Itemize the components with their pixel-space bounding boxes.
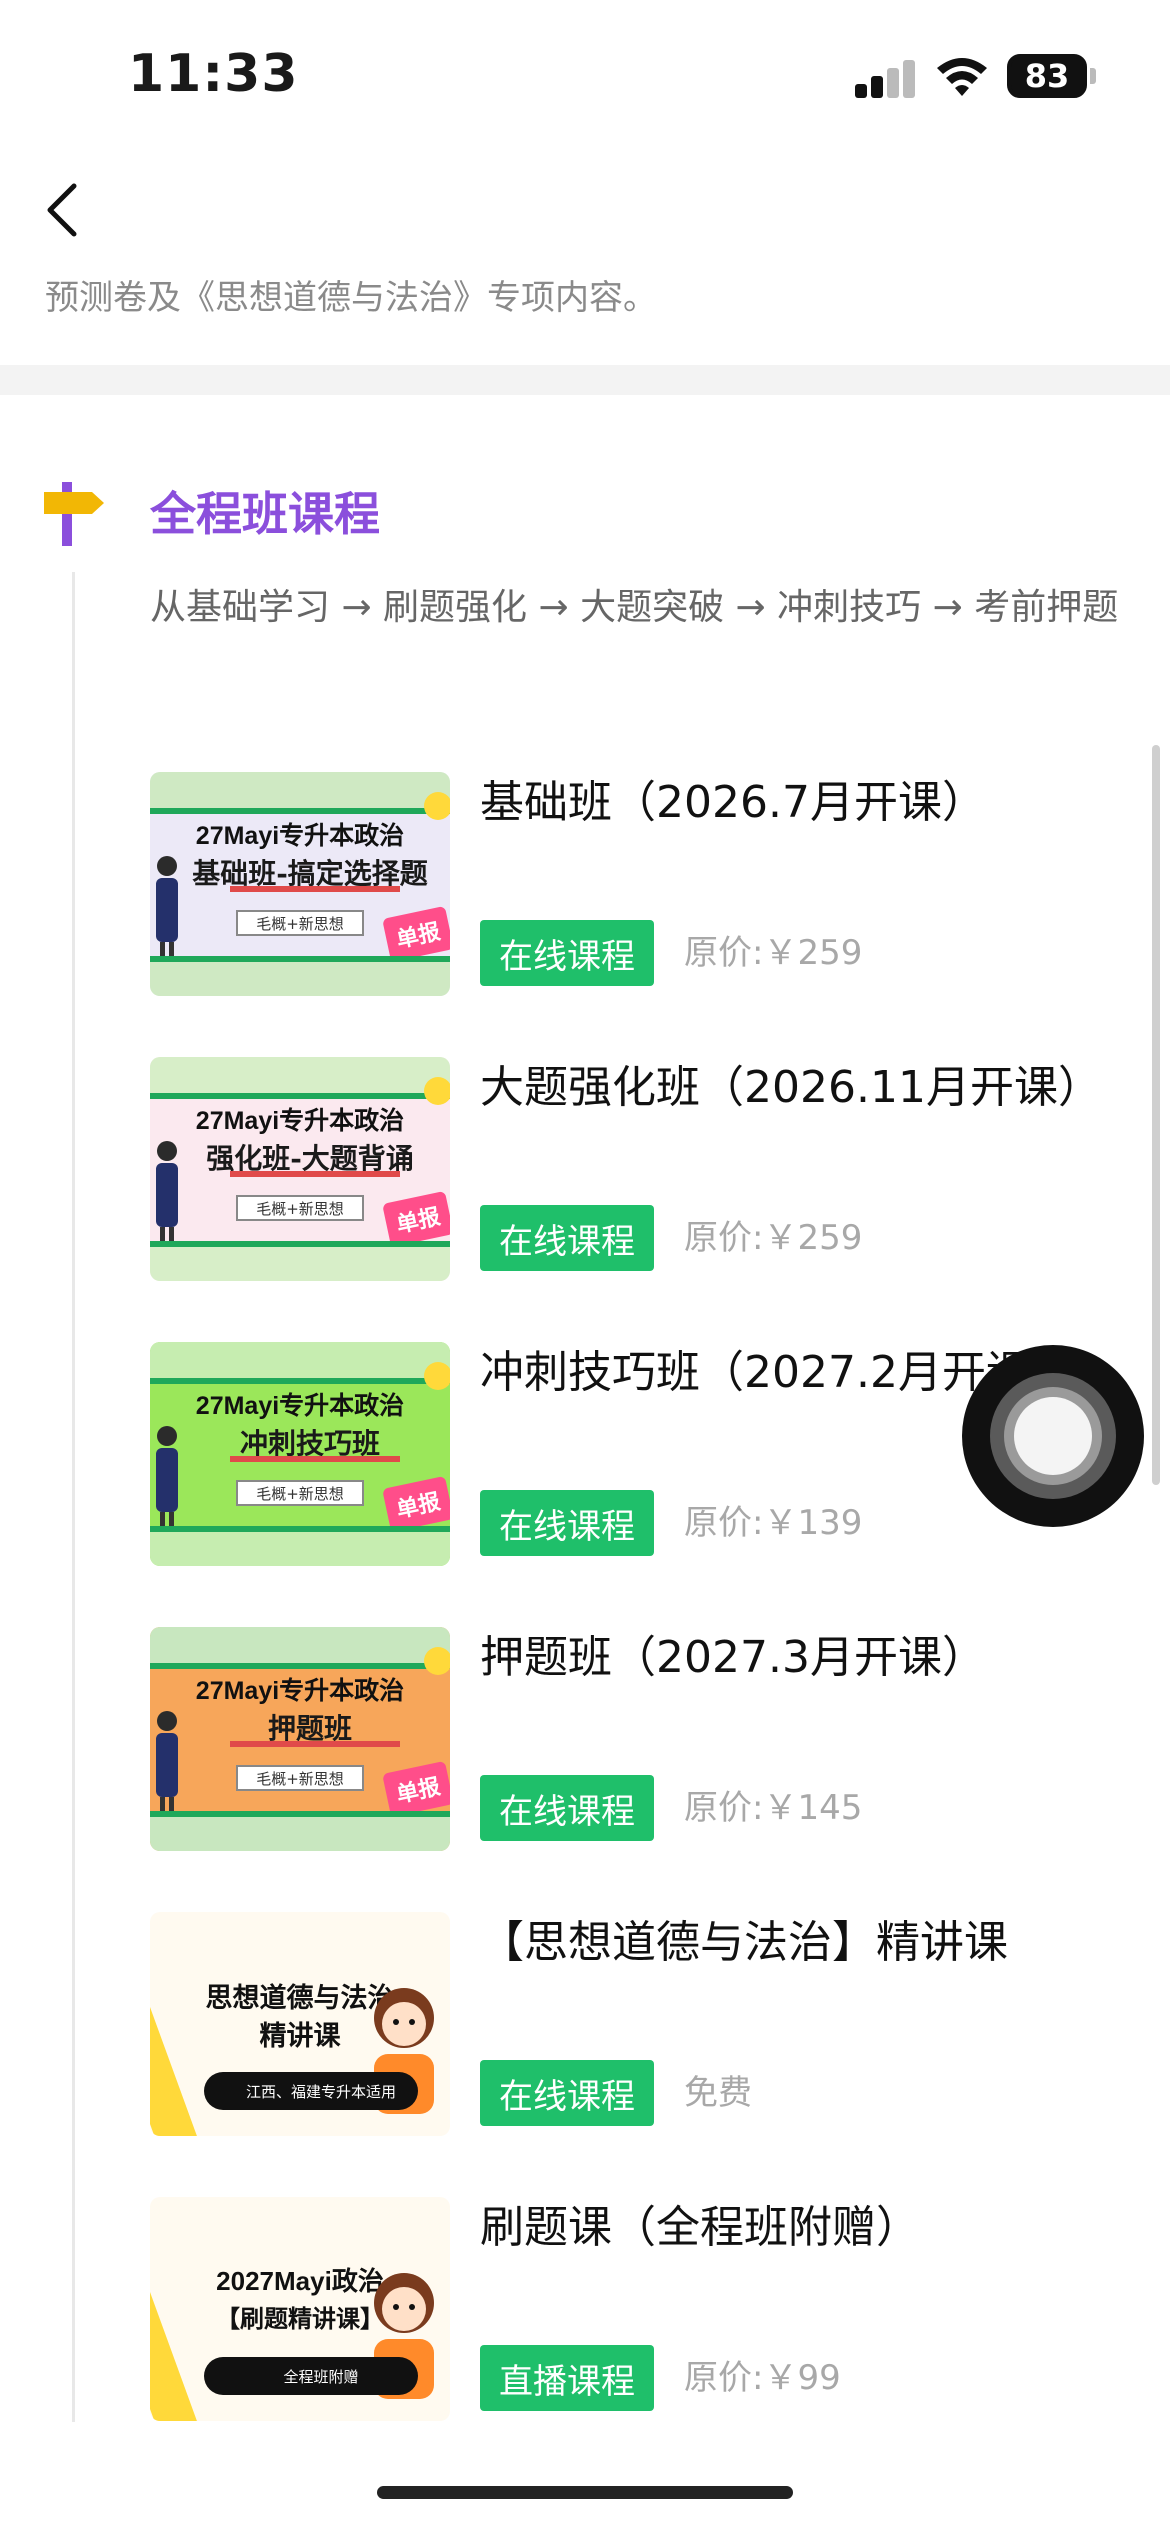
course-item-prediction[interactable]: 27Mayi专升本政治 押题班 毛概+新思想 单报 押题班（2027.3月开课）… xyxy=(150,1627,1110,1853)
status-time: 11:33 xyxy=(128,44,299,104)
battery-icon: 83 xyxy=(1007,54,1087,98)
learning-path-text: 从基础学习 → 刷题强化 → 大题突破 → 冲刺技巧 → 考前押题 xyxy=(150,587,1119,628)
course-item-practice[interactable]: 2027Mayi政治 【刷题精讲课】 全程班附赠 刷题课（全程班附赠） 直播课程… xyxy=(150,2197,1110,2423)
course-price: 原价:￥99 xyxy=(684,2358,841,2398)
course-price: 原价:￥139 xyxy=(684,1503,863,1543)
course-price: 原价:￥145 xyxy=(684,1788,863,1828)
course-thumbnail: 27Mayi专升本政治 押题班 毛概+新思想 单报 xyxy=(150,1627,450,1851)
course-title: 【思想道德与法治】精讲课 xyxy=(480,1917,1008,1968)
signpost-icon xyxy=(44,482,104,546)
course-title: 大题强化班（2026.11月开课） xyxy=(480,1062,1102,1113)
back-button[interactable] xyxy=(40,180,90,240)
home-indicator[interactable] xyxy=(377,2486,793,2499)
course-price: 免费 xyxy=(684,2073,752,2113)
course-type-badge: 在线课程 xyxy=(480,1775,654,1841)
battery-level: 83 xyxy=(1024,57,1070,95)
timeline-line xyxy=(72,572,75,2422)
course-type-badge: 在线课程 xyxy=(480,1490,654,1556)
status-bar: 11:33 83 xyxy=(0,0,1170,150)
course-thumbnail: 思想道德与法治 精讲课 江西、福建专升本适用 xyxy=(150,1912,450,2136)
course-price: 原价:￥259 xyxy=(684,933,863,973)
course-thumbnail: 27Mayi专升本政治 强化班-大题背诵 毛概+新思想 单报 xyxy=(150,1057,450,1281)
intro-text: 预测卷及《思想道德与法治》专项内容。 xyxy=(45,278,657,318)
course-item-basic[interactable]: 27Mayi专升本政治 基础班-搞定选择题 毛概+新思想 单报 基础班（2026… xyxy=(150,772,1110,998)
battery-nub xyxy=(1090,68,1096,84)
section-title: 全程班课程 xyxy=(150,487,380,541)
course-title: 基础班（2026.7月开课） xyxy=(480,777,986,828)
teacher-figure-icon xyxy=(156,1711,178,1811)
course-thumbnail: 2027Mayi政治 【刷题精讲课】 全程班附赠 xyxy=(150,2197,450,2421)
course-type-badge: 直播课程 xyxy=(480,2345,654,2411)
course-thumbnail: 27Mayi专升本政治 基础班-搞定选择题 毛概+新思想 单报 xyxy=(150,772,450,996)
teacher-figure-icon xyxy=(156,856,178,956)
course-type-badge: 在线课程 xyxy=(480,920,654,986)
course-item-intensive[interactable]: 27Mayi专升本政治 强化班-大题背诵 毛概+新思想 单报 大题强化班（202… xyxy=(150,1057,1110,1283)
assistive-touch-button[interactable] xyxy=(962,1345,1144,1527)
teacher-figure-icon xyxy=(156,1426,178,1526)
course-type-badge: 在线课程 xyxy=(480,1205,654,1271)
course-thumbnail: 27Mayi专升本政治 冲刺技巧班 毛概+新思想 单报 xyxy=(150,1342,450,1566)
course-type-badge: 在线课程 xyxy=(480,2060,654,2126)
wifi-icon xyxy=(937,58,987,96)
teacher-figure-icon xyxy=(156,1141,178,1241)
scrollbar[interactable] xyxy=(1152,745,1160,1485)
section-divider xyxy=(0,365,1170,395)
course-title: 押题班（2027.3月开课） xyxy=(480,1632,986,1683)
course-item-ethics-lecture[interactable]: 思想道德与法治 精讲课 江西、福建专升本适用 【思想道德与法治】精讲课 在线课程… xyxy=(150,1912,1110,2138)
course-price: 原价:￥259 xyxy=(684,1218,863,1258)
cellular-signal-icon xyxy=(855,60,917,98)
course-title: 刷题课（全程班附赠） xyxy=(480,2202,920,2253)
